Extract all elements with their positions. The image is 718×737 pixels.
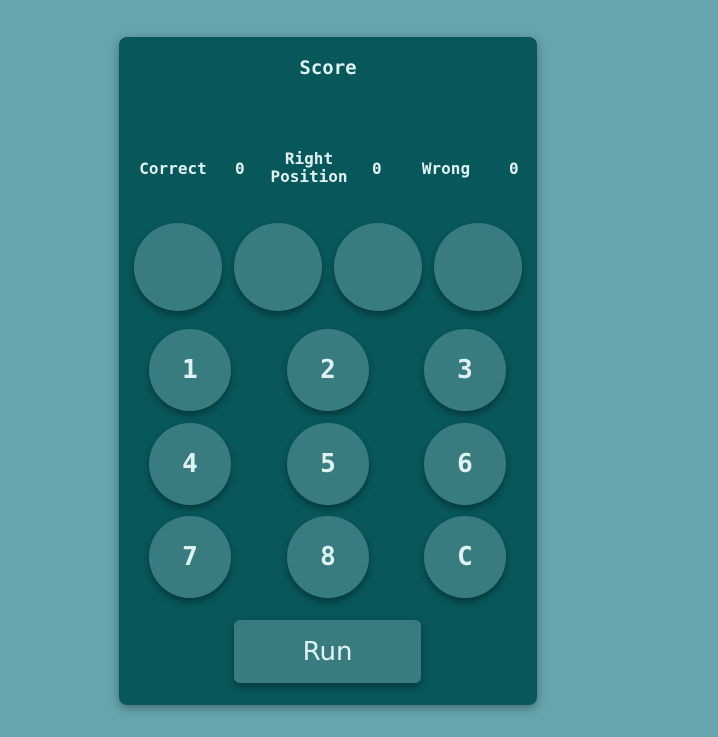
wrong-value: 0 <box>509 159 519 178</box>
key-8-button[interactable]: 8 <box>287 516 369 598</box>
right-position-label-line2: Position <box>270 167 348 186</box>
guess-slot-3 <box>334 223 422 311</box>
right-position-value: 0 <box>372 159 382 178</box>
run-button[interactable]: Run <box>234 620 421 683</box>
guess-slot-1 <box>134 223 222 311</box>
score-title: Score <box>299 57 357 79</box>
guess-slot-4 <box>434 223 522 311</box>
key-2-button[interactable]: 2 <box>287 329 369 411</box>
key-7-button[interactable]: 7 <box>149 516 231 598</box>
correct-label: Correct <box>139 159 207 178</box>
key-5-button[interactable]: 5 <box>287 423 369 505</box>
clear-button[interactable]: C <box>424 516 506 598</box>
key-4-button[interactable]: 4 <box>149 423 231 505</box>
key-3-button[interactable]: 3 <box>424 329 506 411</box>
right-position-label-line1: Right <box>284 149 334 168</box>
wrong-label: Wrong <box>421 159 471 178</box>
game-panel: Score Correct 0 Right Position 0 Wrong 0… <box>119 37 537 705</box>
key-1-button[interactable]: 1 <box>149 329 231 411</box>
right-position-label: Right Position <box>261 150 357 186</box>
key-6-button[interactable]: 6 <box>424 423 506 505</box>
correct-value: 0 <box>235 159 245 178</box>
guess-slot-2 <box>234 223 322 311</box>
